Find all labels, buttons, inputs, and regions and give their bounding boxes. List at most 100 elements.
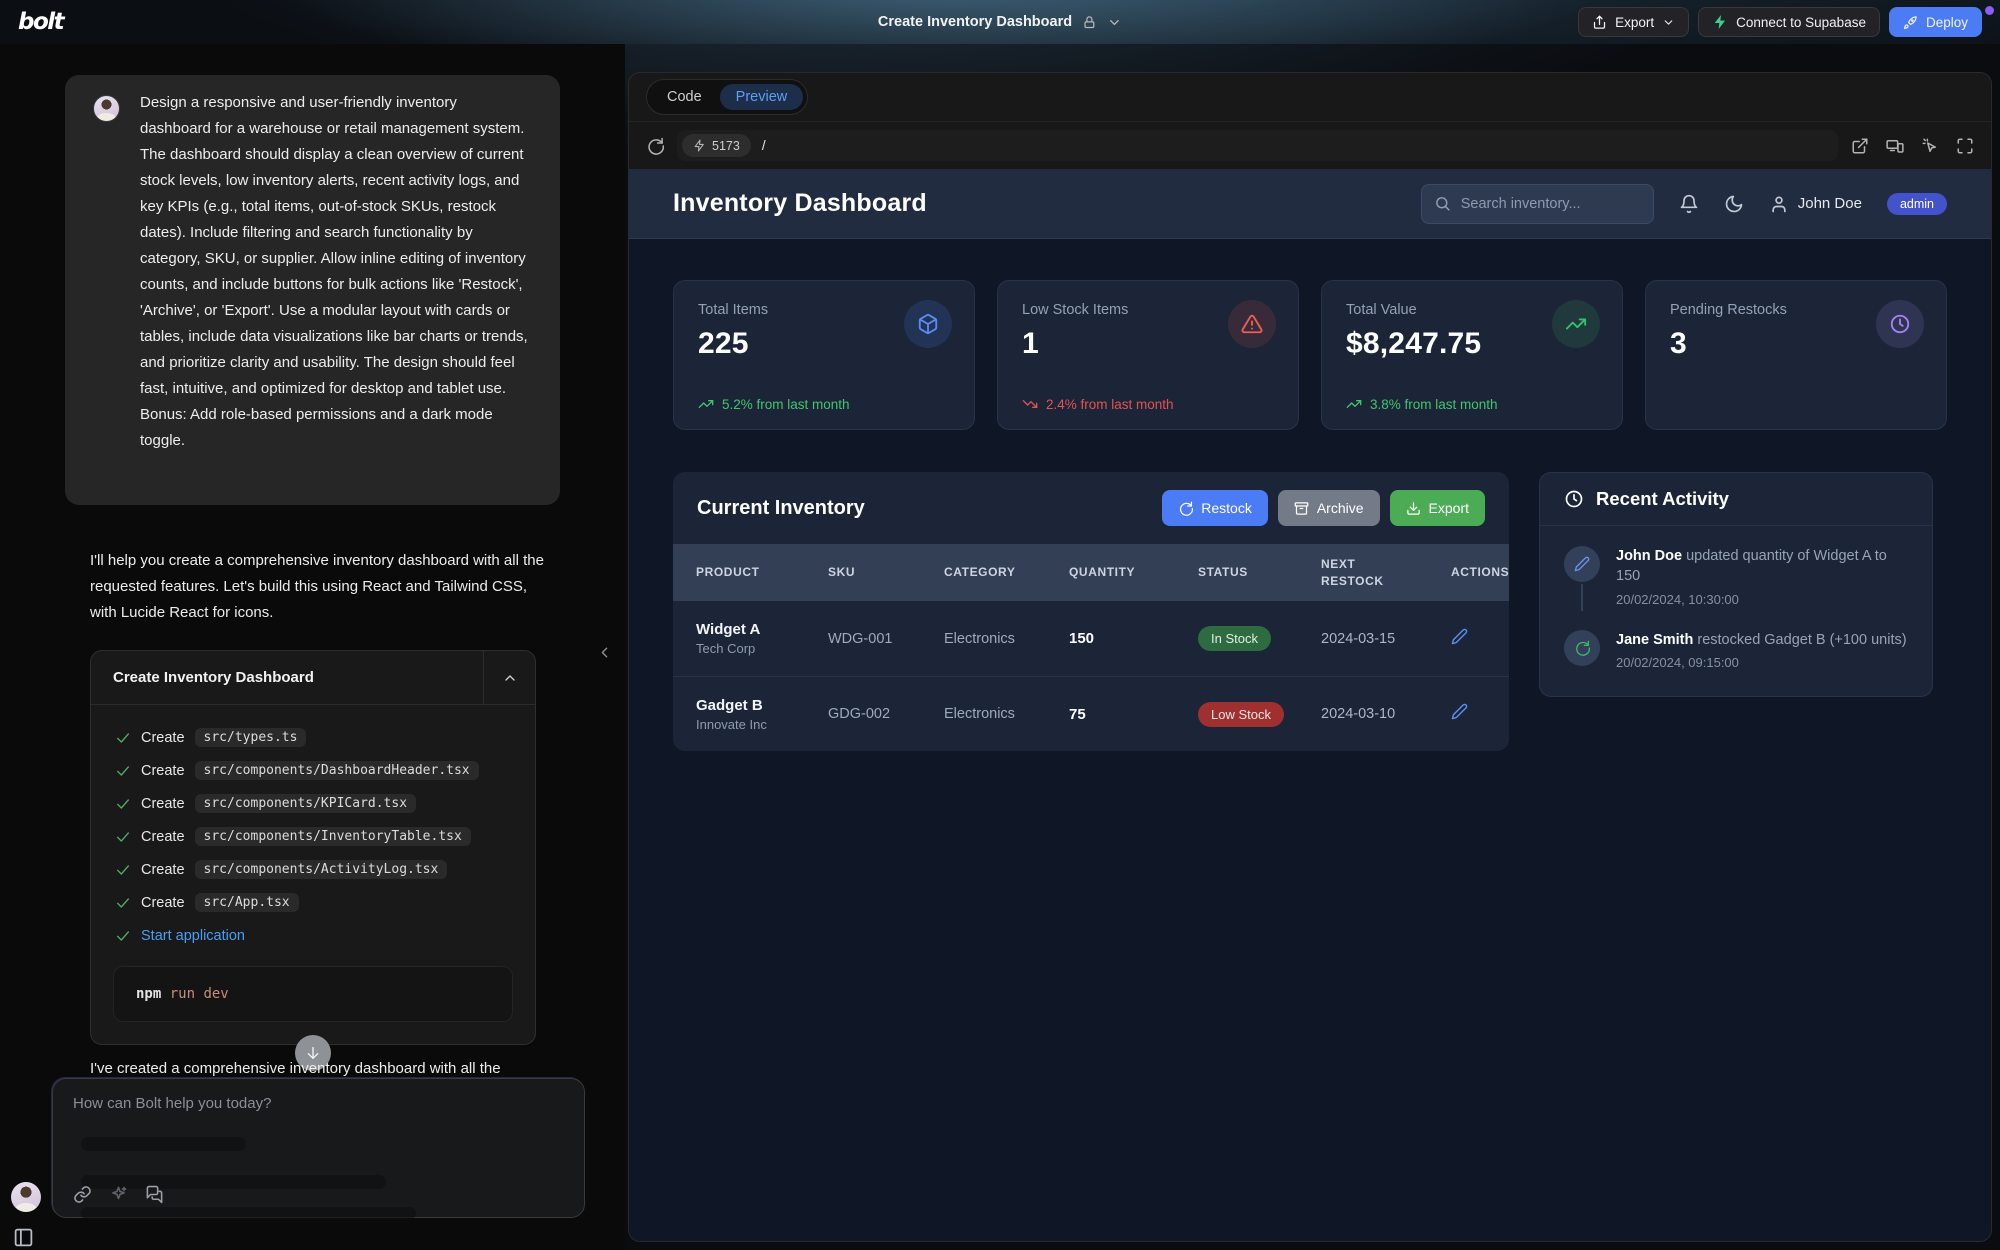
chevron-down-icon[interactable] xyxy=(1107,15,1122,30)
start-application-link[interactable]: Start application xyxy=(141,928,245,944)
cell-sku: WDG-001 xyxy=(828,631,944,647)
check-icon xyxy=(115,862,131,878)
col-status: STATUS xyxy=(1198,564,1321,581)
refresh-icon xyxy=(1178,501,1193,516)
file-path[interactable]: src/App.tsx xyxy=(195,893,299,912)
attach-link-icon[interactable] xyxy=(73,1185,92,1204)
activity-time: 20/02/2024, 10:30:00 xyxy=(1616,592,1908,607)
connect-supabase-button[interactable]: Connect to Supabase xyxy=(1698,7,1880,37)
col-product: PRODUCT xyxy=(696,564,828,581)
cell-category: Electronics xyxy=(944,706,1069,722)
file-path[interactable]: src/types.ts xyxy=(195,728,307,747)
tab-preview[interactable]: Preview xyxy=(720,84,804,110)
notifications-bell-icon[interactable] xyxy=(1679,194,1699,214)
product-supplier: Innovate Inc xyxy=(696,717,828,732)
command-args: run dev xyxy=(170,986,229,1002)
reload-icon[interactable] xyxy=(646,137,664,155)
table-row[interactable]: Gadget B Innovate Inc GDG-002 Electronic… xyxy=(673,676,1509,751)
archive-button[interactable]: Archive xyxy=(1278,490,1380,526)
activity-action: restocked Gadget B (+100 units) xyxy=(1697,632,1906,648)
artifact-step: Create src/types.ts xyxy=(115,721,515,754)
deploy-label: Deploy xyxy=(1926,15,1968,30)
restock-button[interactable]: Restock xyxy=(1162,490,1268,526)
chat-input[interactable] xyxy=(73,1095,568,1173)
inventory-table-card: Current Inventory Restock Archive xyxy=(673,472,1509,751)
bolt-logo[interactable]: bolt xyxy=(18,9,63,35)
user-icon xyxy=(1769,194,1789,214)
step-action: Create xyxy=(141,895,185,911)
product-name: Gadget B xyxy=(696,697,828,714)
check-icon xyxy=(115,796,131,812)
project-title: Create Inventory Dashboard xyxy=(878,14,1072,30)
refresh-icon xyxy=(1564,630,1600,666)
search-icon xyxy=(1434,195,1451,212)
account-avatar[interactable] xyxy=(11,1182,41,1212)
col-sku: SKU xyxy=(828,564,944,581)
table-row[interactable]: Widget A Tech Corp WDG-001 Electronics 1… xyxy=(673,601,1509,676)
edit-row-button[interactable] xyxy=(1451,703,1468,720)
kpi-card-total-value: Total Value $8,247.75 3.8% from last mon… xyxy=(1321,280,1623,430)
user-menu[interactable]: John Doe xyxy=(1769,194,1862,214)
open-external-icon[interactable] xyxy=(1851,137,1869,155)
activity-title: Recent Activity xyxy=(1596,488,1729,510)
responsive-devices-icon[interactable] xyxy=(1886,137,1904,155)
inventory-title: Current Inventory xyxy=(697,497,865,520)
check-icon xyxy=(115,730,131,746)
col-actions: ACTIONS xyxy=(1451,564,1509,581)
notification-dot xyxy=(1985,6,1994,15)
artifact-step: Create src/components/InventoryTable.tsx xyxy=(115,820,515,853)
product-name: Widget A xyxy=(696,621,828,638)
artifact-step: Create src/components/ActivityLog.tsx xyxy=(115,853,515,886)
col-category: CATEGORY xyxy=(944,564,1069,581)
role-badge: admin xyxy=(1887,193,1947,215)
kpi-row: Total Items 225 5.2% from last month Low… xyxy=(673,280,1947,430)
status-badge: Low Stock xyxy=(1198,702,1284,727)
port-pill[interactable]: 5173 xyxy=(682,134,751,157)
artifact-steps: Create src/types.ts Create src/component… xyxy=(91,705,535,956)
cell-quantity[interactable]: 150 xyxy=(1069,630,1198,647)
table-header-row: PRODUCT SKU CATEGORY QUANTITY STATUS NEX… xyxy=(673,544,1509,601)
export-button[interactable]: Export xyxy=(1578,7,1689,37)
search-input[interactable] xyxy=(1461,196,1641,212)
cell-sku: GDG-002 xyxy=(828,706,944,722)
edit-row-button[interactable] xyxy=(1451,628,1468,645)
enhance-prompt-icon[interactable] xyxy=(109,1185,128,1204)
file-path[interactable]: src/components/DashboardHeader.tsx xyxy=(195,761,479,780)
file-path[interactable]: src/components/ActivityLog.tsx xyxy=(195,860,448,879)
chat-input-box[interactable] xyxy=(52,1078,585,1218)
tab-code[interactable]: Code xyxy=(651,84,718,110)
collapse-artifact-button[interactable] xyxy=(483,651,535,704)
export-csv-button[interactable]: Export xyxy=(1390,490,1485,526)
activity-user: Jane Smith xyxy=(1616,632,1693,648)
file-path[interactable]: src/components/KPICard.tsx xyxy=(195,794,417,813)
inspect-cursor-icon[interactable] xyxy=(1921,137,1939,155)
artifact-step: Create src/components/KPICard.tsx xyxy=(115,787,515,820)
dark-mode-toggle-icon[interactable] xyxy=(1724,194,1744,214)
check-icon xyxy=(115,829,131,845)
step-action: Create xyxy=(141,862,185,878)
status-badge: In Stock xyxy=(1198,626,1271,651)
cell-next-restock: 2024-03-15 xyxy=(1321,631,1451,647)
chat-mode-icon[interactable] xyxy=(145,1185,164,1204)
recent-activity-card: Recent Activity John Doe updated quantit… xyxy=(1539,472,1933,697)
share-icon xyxy=(1592,15,1607,30)
deploy-button[interactable]: Deploy xyxy=(1889,7,1982,37)
fullscreen-icon[interactable] xyxy=(1956,137,1974,155)
package-icon xyxy=(904,300,952,348)
download-icon xyxy=(1406,501,1421,516)
collapse-chat-button[interactable] xyxy=(596,644,613,661)
command-prefix: npm xyxy=(136,986,161,1002)
address-bar[interactable]: 5173 / xyxy=(677,130,1838,161)
activity-user: John Doe xyxy=(1616,548,1682,564)
cell-quantity[interactable]: 75 xyxy=(1069,706,1198,723)
trend-down-icon xyxy=(1022,396,1038,412)
sidebar-toggle-icon[interactable] xyxy=(13,1227,34,1248)
check-icon xyxy=(115,763,131,779)
archive-icon xyxy=(1294,501,1309,516)
inventory-search[interactable] xyxy=(1421,184,1654,224)
export-label: Export xyxy=(1615,15,1654,30)
project-title-menu[interactable]: Create Inventory Dashboard xyxy=(878,0,1122,44)
file-path[interactable]: src/components/InventoryTable.tsx xyxy=(195,827,471,846)
kpi-card-total-items: Total Items 225 5.2% from last month xyxy=(673,280,975,430)
activity-time: 20/02/2024, 09:15:00 xyxy=(1616,655,1907,670)
